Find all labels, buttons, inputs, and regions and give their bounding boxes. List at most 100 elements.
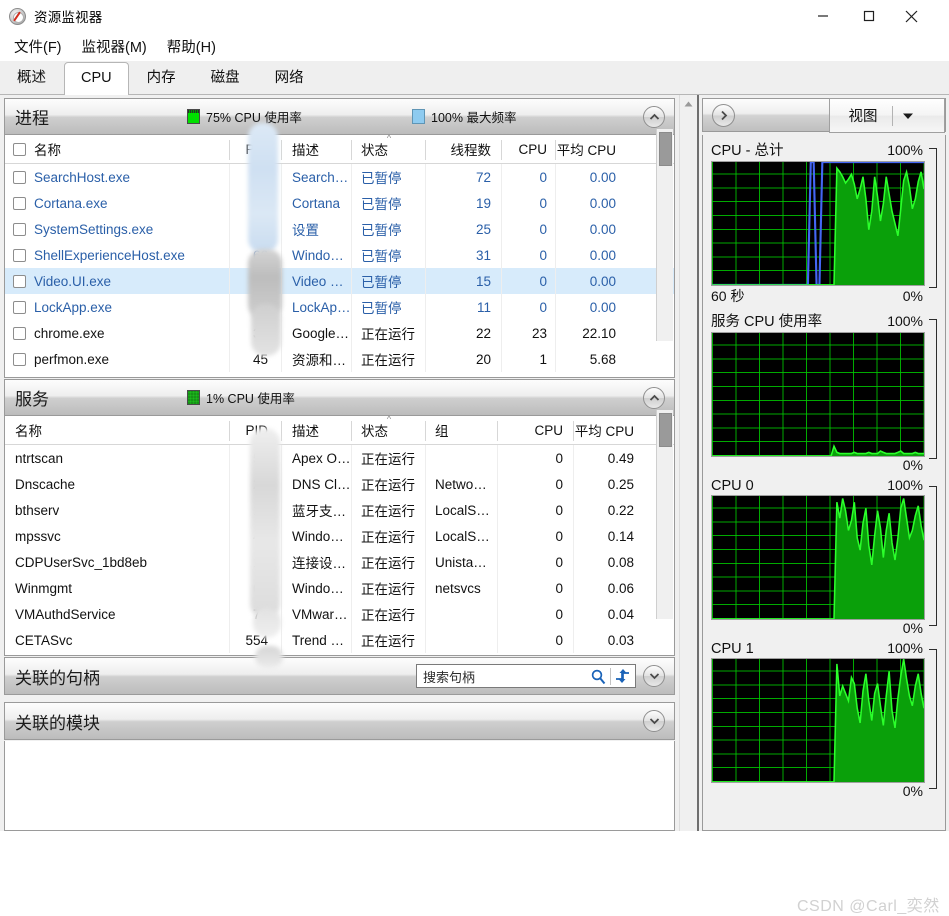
service-row[interactable]: CETASvc 554 Trend … 正在运行 0 0.03 <box>5 627 674 653</box>
col-header-state[interactable]: ^ 状态 <box>352 133 426 164</box>
svc-col-header-pid[interactable]: PID <box>230 416 282 445</box>
tab-memory[interactable]: 内存 <box>130 62 193 95</box>
process-name-cell[interactable]: ShellExperienceHost.exe <box>5 242 230 268</box>
select-all-checkbox[interactable] <box>13 142 26 156</box>
process-row[interactable]: SearchHost.exe 1 Search… 已暂停 72 0 0.00 <box>5 164 674 190</box>
process-pid-cell: 1 <box>230 164 282 190</box>
menu-file[interactable]: 文件(F) <box>6 33 70 60</box>
menu-help[interactable]: 帮助(H) <box>159 33 224 60</box>
service-row[interactable]: VMAuthdService 73 VMwar… 正在运行 0 0.04 <box>5 601 674 627</box>
view-dropdown-button[interactable]: 视图 <box>829 98 945 133</box>
process-checkbox[interactable] <box>13 222 26 236</box>
tab-cpu[interactable]: CPU <box>64 62 129 95</box>
col-header-cpu[interactable]: CPU <box>502 135 556 164</box>
service-row[interactable]: ntrtscan 58 Apex O… 正在运行 0 0.49 <box>5 445 674 471</box>
close-button[interactable] <box>897 0 943 32</box>
svc-col-header-group[interactable]: 组 <box>426 416 498 445</box>
scroll-up-button[interactable] <box>680 95 697 112</box>
svc-col-header-name[interactable]: 名称 <box>5 416 230 445</box>
svc-col-header-avgcpu[interactable]: 平均 CPU <box>574 416 644 445</box>
process-checkbox[interactable] <box>13 352 26 366</box>
process-avgcpu-cell: 5.68 <box>589 351 616 367</box>
handle-search-input[interactable]: 搜索句柄 <box>423 667 590 686</box>
process-name-cell[interactable]: SystemSettings.exe <box>5 216 230 242</box>
handles-panel-header[interactable]: 关联的句柄 搜索句柄 <box>5 658 674 694</box>
graph-ymin-label: 0% <box>902 783 923 799</box>
svc-col-header-state[interactable]: ^ 状态 <box>352 414 426 445</box>
process-avgcpu-cell: 0.00 <box>589 273 616 289</box>
service-name-cell[interactable]: bthserv <box>5 497 230 523</box>
process-checkbox[interactable] <box>13 170 26 184</box>
process-name-cell[interactable]: LockApp.exe <box>5 294 230 320</box>
service-row[interactable]: Winmgmt 61 Windo… 正在运行 netsvcs 0 0.06 <box>5 575 674 601</box>
processes-panel-header[interactable]: 进程 75% CPU 使用率 100% 最大频率 <box>5 99 674 135</box>
service-name-cell[interactable]: Winmgmt <box>5 575 230 601</box>
process-row[interactable]: SystemSettings.exe 23 设置 已暂停 25 0 0.00 <box>5 216 674 242</box>
handles-expand-button[interactable] <box>643 665 665 687</box>
service-avgcpu-cell: 0.04 <box>607 606 634 622</box>
sidebar-expand-button[interactable] <box>712 103 735 127</box>
process-name-cell[interactable]: SearchHost.exe <box>5 164 230 190</box>
tab-disk[interactable]: 磁盘 <box>194 62 257 95</box>
process-pid-cell: 21 <box>230 190 282 216</box>
service-row[interactable]: bthserv 15 蓝牙支… 正在运行 LocalS… 0 0.22 <box>5 497 674 523</box>
process-row[interactable]: perfmon.exe 45 资源和… 正在运行 20 1 5.68 <box>5 346 674 372</box>
process-checkbox[interactable] <box>13 274 26 288</box>
process-name-cell[interactable]: Video.UI.exe <box>5 268 230 294</box>
service-name-cell[interactable]: ntrtscan <box>5 445 230 471</box>
process-row[interactable]: chrome.exe 36 Google… 正在运行 22 23 22.10 <box>5 320 674 346</box>
refresh-arrows-icon[interactable] <box>614 668 631 684</box>
service-name-cell[interactable]: mpssvc <box>5 523 230 549</box>
process-checkbox[interactable] <box>13 300 26 314</box>
tab-strip: 概述 CPU 内存 磁盘 网络 <box>0 61 949 95</box>
resource-monitor-icon <box>9 7 26 25</box>
service-row[interactable]: mpssvc 40 Windo… 正在运行 LocalS… 0 0.14 <box>5 523 674 549</box>
services-collapse-button[interactable] <box>643 386 665 409</box>
process-name-cell[interactable]: perfmon.exe <box>5 346 230 372</box>
service-name-cell[interactable]: Dnscache <box>5 471 230 497</box>
service-name-cell[interactable]: CDPUserSvc_1bd8eb <box>5 549 230 575</box>
graph-axis-bracket <box>929 486 937 626</box>
graph-canvas <box>711 161 925 286</box>
maximize-button[interactable] <box>846 0 892 32</box>
service-name: CDPUserSvc_1bd8eb <box>15 554 148 570</box>
modules-expand-button[interactable] <box>643 710 665 732</box>
col-header-desc[interactable]: 描述 <box>282 135 352 164</box>
service-name-cell[interactable]: CETASvc <box>5 627 230 653</box>
process-checkbox[interactable] <box>13 196 26 210</box>
tab-network[interactable]: 网络 <box>258 62 321 95</box>
process-name-cell[interactable]: Cortana.exe <box>5 190 230 216</box>
handle-search-box[interactable]: 搜索句柄 <box>416 664 636 688</box>
magnifier-icon[interactable] <box>590 668 607 685</box>
processes-scrollbar-thumb[interactable] <box>659 132 672 166</box>
process-checkbox[interactable] <box>13 326 26 340</box>
processes-scrollbar[interactable] <box>656 129 673 341</box>
col-header-avgcpu[interactable]: 平均 CPU <box>556 135 626 164</box>
processes-collapse-button[interactable] <box>643 105 665 128</box>
process-row[interactable]: Video.UI.exe 15 Video … 已暂停 15 0 0.00 <box>5 268 674 294</box>
process-name-cell[interactable]: chrome.exe <box>5 320 230 346</box>
svc-col-header-cpu[interactable]: CPU <box>498 416 574 445</box>
left-pane-scrollbar[interactable] <box>679 95 697 831</box>
graph-ymin-label: 0% <box>902 620 923 636</box>
graph-sidebar: 视图 CPU - 总计 100% 60 秒 0% 服务 CPU 使用率 100% 0% CPU… <box>699 95 949 831</box>
col-header-pid[interactable]: PID <box>230 135 282 164</box>
process-row[interactable]: Cortana.exe 21 Cortana 已暂停 19 0 0.00 <box>5 190 674 216</box>
menu-monitor[interactable]: 监视器(M) <box>74 33 155 60</box>
graph-ymax-label: 100% <box>887 313 923 329</box>
services-scrollbar[interactable] <box>656 410 673 619</box>
service-row[interactable]: Dnscache 28 DNS Cl… 正在运行 Netwo… 0 0.25 <box>5 471 674 497</box>
process-row[interactable]: LockApp.exe 46 LockAp… 已暂停 11 0 0.00 <box>5 294 674 320</box>
service-name-cell[interactable]: VMAuthdService <box>5 601 230 627</box>
process-row[interactable]: ShellExperienceHost.exe 66 Windo… 已暂停 31 0 0.0… <box>5 242 674 268</box>
services-scrollbar-thumb[interactable] <box>659 413 672 447</box>
col-header-threads[interactable]: 线程数 <box>426 135 502 164</box>
services-panel-header[interactable]: 服务 1% CPU 使用率 <box>5 380 674 416</box>
process-checkbox[interactable] <box>13 248 26 262</box>
minimize-button[interactable] <box>800 0 846 32</box>
svc-col-header-desc[interactable]: 描述 <box>282 416 352 445</box>
col-header-name[interactable]: 名称 <box>5 135 230 164</box>
tab-overview[interactable]: 概述 <box>0 62 63 95</box>
service-row[interactable]: CDPUserSvc_1bd8eb 17 连接设… 正在运行 Unista… 0 0.08 <box>5 549 674 575</box>
modules-panel-header[interactable]: 关联的模块 <box>5 703 674 739</box>
